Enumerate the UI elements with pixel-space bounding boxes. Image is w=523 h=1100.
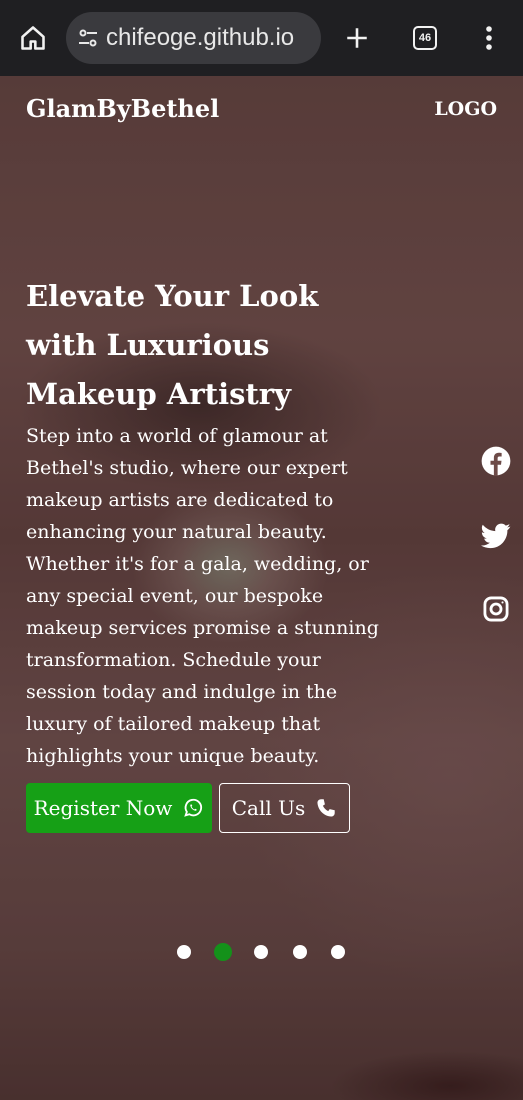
facebook-icon[interactable] <box>481 446 511 476</box>
instagram-icon[interactable] <box>481 594 511 624</box>
url-text[interactable]: chifeoge.github.io <box>106 24 294 52</box>
call-us-label: Call Us <box>231 796 306 820</box>
carousel-dot[interactable] <box>177 945 191 959</box>
register-now-label: Register Now <box>33 796 173 820</box>
phone-icon <box>315 797 337 819</box>
twitter-icon[interactable] <box>481 521 511 551</box>
more-menu-icon[interactable] <box>468 12 510 64</box>
logo[interactable]: LOGO <box>434 98 497 120</box>
tab-count: 46 <box>413 26 437 50</box>
new-tab-icon[interactable] <box>336 12 378 64</box>
carousel-dot[interactable] <box>254 945 268 959</box>
tab-switcher-icon[interactable]: 46 <box>404 12 446 64</box>
call-us-button[interactable]: Call Us <box>219 783 350 833</box>
home-icon[interactable] <box>12 12 54 64</box>
carousel-dot-active[interactable] <box>214 943 232 961</box>
hero-description: Step into a world of glamour at Bethel's… <box>26 425 379 767</box>
brand-name[interactable]: GlamByBethel <box>26 94 219 123</box>
hero-headline: Elevate Your Look with Luxurious Makeup … <box>26 279 319 411</box>
site-settings-icon[interactable] <box>66 12 110 64</box>
carousel-dot[interactable] <box>293 945 307 959</box>
hero-section: GlamByBethel LOGO Elevate Your Look with… <box>0 76 523 1100</box>
whatsapp-icon <box>182 797 204 819</box>
browser-toolbar: chifeoge.github.io 46 <box>0 0 523 76</box>
register-now-button[interactable]: Register Now <box>26 783 212 833</box>
carousel-dot[interactable] <box>331 945 345 959</box>
address-bar[interactable]: chifeoge.github.io <box>66 12 321 64</box>
carousel-indicators <box>0 942 523 962</box>
